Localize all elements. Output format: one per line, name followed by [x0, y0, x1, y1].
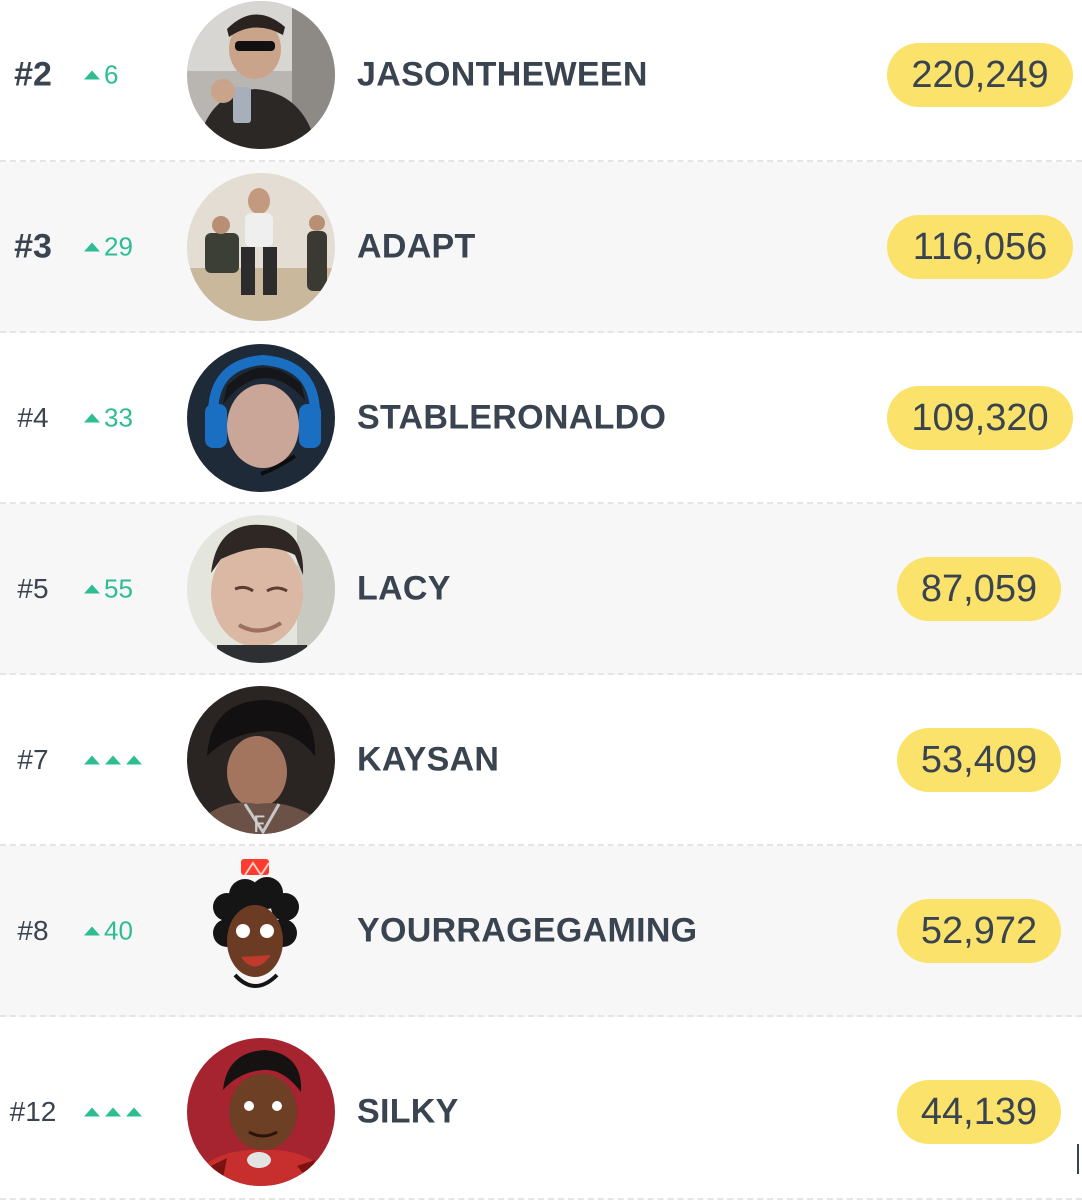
rank-change [84, 755, 142, 764]
rank-change-value: 33 [104, 402, 133, 432]
up-arrow-icon [84, 584, 100, 593]
rank-change: 55 [84, 573, 133, 604]
score-badge: 87,059 [897, 556, 1061, 621]
avatar[interactable]: F [187, 685, 335, 834]
up-arrow-icon [84, 70, 100, 80]
score-badge: 44,139 [897, 1079, 1061, 1144]
rank-label: #5 [17, 572, 49, 604]
rank-change-value: 29 [104, 231, 133, 261]
rank-change: 6 [84, 60, 118, 91]
player-name[interactable]: YOURRAGEGAMING [357, 911, 697, 950]
leaderboard-row[interactable]: #2 6 JASONTHEWEEN 220,249 [0, 0, 1082, 162]
player-name[interactable]: ADAPT [357, 227, 476, 266]
leaderboard-row[interactable]: #12 SILKY 44,139 [0, 1025, 1082, 1200]
rank-change-value: 40 [104, 915, 133, 945]
leaderboard-row[interactable]: #4 33 STABLERONALDO 109,320 [0, 333, 1082, 504]
rank-change-value: 6 [104, 59, 119, 90]
score-badge: 53,409 [897, 727, 1061, 792]
score-badge: 52,972 [897, 898, 1061, 963]
leaderboard-row[interactable]: #8 40 YOURRAGEGAMING 52,972 [0, 846, 1082, 1017]
player-name[interactable]: KAYSAN [357, 740, 499, 779]
score-badge: 109,320 [887, 385, 1073, 450]
rank-label: #2 [14, 55, 52, 94]
score-badge: 220,249 [887, 43, 1073, 107]
rank-label: #8 [17, 914, 49, 946]
rank-change: 33 [84, 402, 133, 433]
avatar[interactable] [187, 343, 335, 492]
scroll-edge-marker [1077, 1144, 1079, 1174]
rank-label: #7 [17, 743, 49, 775]
player-name[interactable]: JASONTHEWEEN [357, 56, 648, 95]
rank-change [84, 1107, 142, 1116]
player-name[interactable]: LACY [357, 569, 451, 608]
score-badge: 116,056 [887, 214, 1073, 279]
avatar[interactable] [187, 1, 335, 149]
up-arrow-icon [84, 242, 100, 251]
up-arrow-icon [84, 926, 100, 935]
leaderboard-row[interactable]: #5 55 LACY 87,059 [0, 504, 1082, 675]
avatar[interactable] [187, 1037, 335, 1186]
avatar[interactable] [187, 856, 335, 1005]
player-name[interactable]: STABLERONALDO [357, 398, 666, 437]
rank-change: 40 [84, 915, 133, 946]
svg-text:F: F [253, 813, 266, 834]
rank-label: #12 [9, 1095, 57, 1127]
up-arrow-icon [84, 413, 100, 422]
leaderboard: #2 6 JASONTHEWEEN 220,249 #3 29 ADAPT 11… [0, 0, 1082, 1200]
rank-label: #4 [17, 401, 49, 433]
player-name[interactable]: SILKY [357, 1092, 459, 1131]
rank-change-value: 55 [104, 573, 133, 603]
rank-label: #3 [14, 227, 52, 265]
rank-change: 29 [84, 231, 133, 262]
new-entry-icon [84, 1107, 142, 1116]
avatar[interactable] [187, 172, 335, 321]
new-entry-icon [84, 755, 142, 764]
leaderboard-row[interactable]: #3 29 ADAPT 116,056 [0, 162, 1082, 333]
avatar[interactable] [187, 514, 335, 663]
leaderboard-row[interactable]: #7 F KAYSAN 53,409 [0, 675, 1082, 846]
